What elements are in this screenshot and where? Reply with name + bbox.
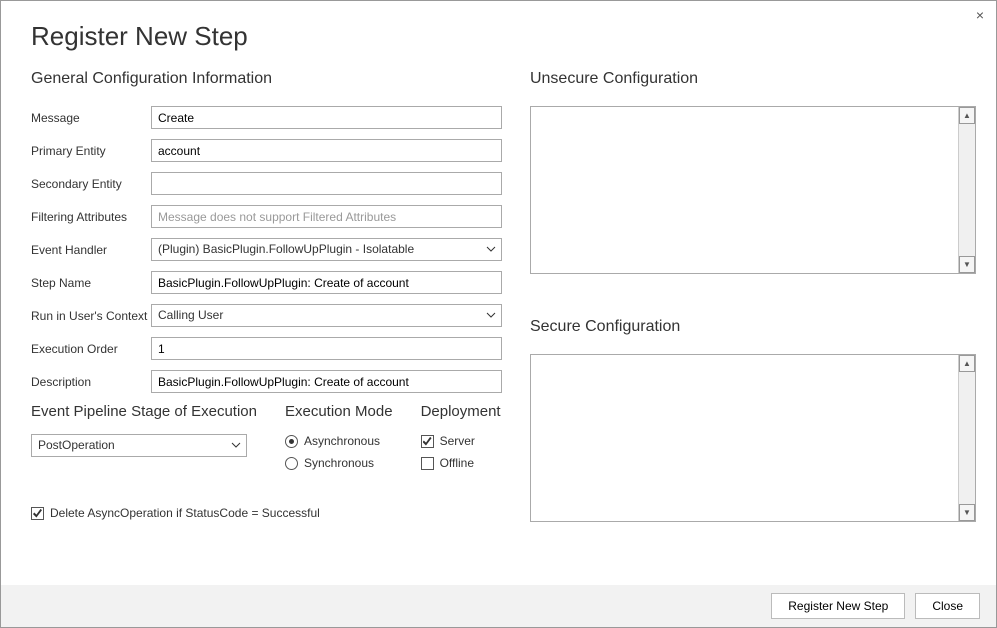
spin-down-icon[interactable]: ▼	[959, 256, 975, 273]
unsecure-config-textarea[interactable]	[531, 107, 958, 273]
filtering-attributes-label: Filtering Attributes	[31, 210, 151, 224]
deployment-server-label: Server	[440, 434, 475, 448]
checkbox-icon	[31, 507, 44, 520]
primary-entity-label: Primary Entity	[31, 144, 151, 158]
scroll-spinner: ▲ ▼	[958, 107, 975, 273]
secondary-entity-input[interactable]	[151, 172, 502, 195]
scroll-spinner: ▲ ▼	[958, 355, 975, 521]
deployment-server-option[interactable]: Server	[421, 434, 501, 448]
dialog-title: Register New Step	[1, 1, 996, 70]
deployment-heading: Deployment	[421, 403, 501, 420]
close-button[interactable]: Close	[915, 593, 980, 619]
radio-icon	[285, 435, 298, 448]
checkbox-icon	[421, 457, 434, 470]
event-handler-value: (Plugin) BasicPlugin.FollowUpPlugin - Is…	[151, 238, 502, 261]
secondary-entity-label: Secondary Entity	[31, 177, 151, 191]
delete-async-option[interactable]: Delete AsyncOperation if StatusCode = Su…	[31, 506, 502, 520]
pipeline-stage-select[interactable]: PostOperation	[31, 434, 247, 457]
message-label: Message	[31, 111, 151, 125]
pipeline-heading: Event Pipeline Stage of Execution	[31, 403, 257, 420]
execution-order-input[interactable]	[151, 337, 502, 360]
checkbox-icon	[421, 435, 434, 448]
run-context-label: Run in User's Context	[31, 309, 151, 323]
execution-order-label: Execution Order	[31, 342, 151, 356]
exec-mode-async-label: Asynchronous	[304, 434, 380, 448]
secure-config-box: ▲ ▼	[530, 354, 976, 522]
radio-icon	[285, 457, 298, 470]
secure-config-textarea[interactable]	[531, 355, 958, 521]
exec-mode-sync-label: Synchronous	[304, 456, 374, 470]
exec-mode-async-option[interactable]: Asynchronous	[285, 434, 393, 448]
filtering-attributes-input[interactable]	[151, 205, 502, 228]
unsecure-config-heading: Unsecure Configuration	[530, 70, 976, 88]
exec-mode-sync-option[interactable]: Synchronous	[285, 456, 393, 470]
deployment-offline-label: Offline	[440, 456, 474, 470]
primary-entity-input[interactable]	[151, 139, 502, 162]
execution-mode-heading: Execution Mode	[285, 403, 393, 420]
description-input[interactable]	[151, 370, 502, 393]
spin-down-icon[interactable]: ▼	[959, 504, 975, 521]
deployment-offline-option[interactable]: Offline	[421, 456, 501, 470]
button-bar: Register New Step Close	[1, 585, 996, 627]
event-handler-label: Event Handler	[31, 243, 151, 257]
close-icon[interactable]: ×	[976, 7, 984, 23]
pipeline-stage-value: PostOperation	[31, 434, 247, 457]
general-config-heading: General Configuration Information	[31, 70, 502, 88]
spin-up-icon[interactable]: ▲	[959, 107, 975, 124]
spin-up-icon[interactable]: ▲	[959, 355, 975, 372]
message-input[interactable]	[151, 106, 502, 129]
event-handler-select[interactable]: (Plugin) BasicPlugin.FollowUpPlugin - Is…	[151, 238, 502, 261]
run-context-select[interactable]: Calling User	[151, 304, 502, 327]
register-new-step-button[interactable]: Register New Step	[771, 593, 905, 619]
run-context-value: Calling User	[151, 304, 502, 327]
secure-config-heading: Secure Configuration	[530, 318, 976, 336]
step-name-input[interactable]	[151, 271, 502, 294]
unsecure-config-box: ▲ ▼	[530, 106, 976, 274]
description-label: Description	[31, 375, 151, 389]
step-name-label: Step Name	[31, 276, 151, 290]
delete-async-label: Delete AsyncOperation if StatusCode = Su…	[50, 506, 320, 520]
